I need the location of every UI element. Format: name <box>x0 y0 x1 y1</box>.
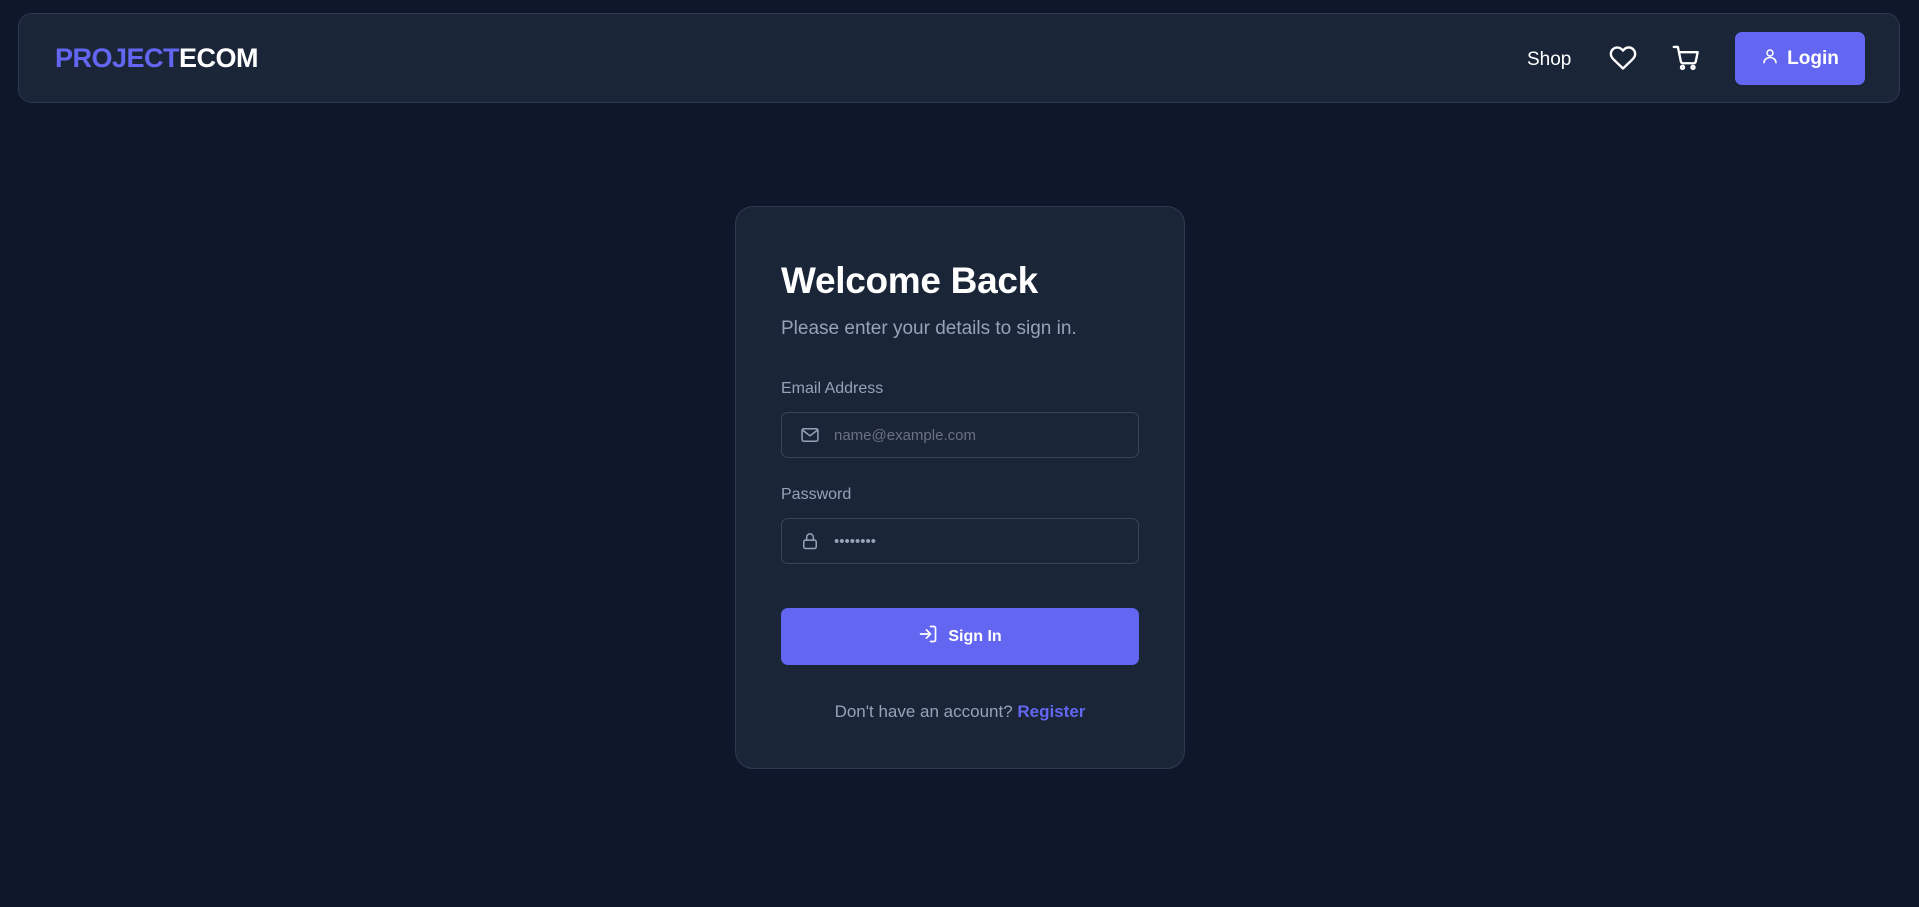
lock-icon <box>800 531 820 551</box>
navbar: PROJECTECOM Shop Login <box>18 13 1900 103</box>
register-prompt: Don't have an account? <box>834 702 1013 721</box>
sign-in-button[interactable]: Sign In <box>781 608 1139 665</box>
sign-in-button-label: Sign In <box>948 627 1002 645</box>
user-icon <box>1761 47 1779 70</box>
logo-part-project: PROJECT <box>55 43 180 73</box>
password-field-wrapper <box>781 518 1139 564</box>
login-button-label: Login <box>1787 47 1839 69</box>
heart-icon[interactable] <box>1607 42 1639 74</box>
login-button[interactable]: Login <box>1735 32 1865 85</box>
password-field[interactable] <box>834 519 1129 563</box>
nav-link-shop[interactable]: Shop <box>1527 48 1571 72</box>
email-label: Email Address <box>781 380 884 397</box>
login-page: PROJECTECOM Shop Login Welcome Back Plea… <box>0 0 1919 907</box>
email-field[interactable] <box>834 413 1129 457</box>
site-logo[interactable]: PROJECTECOM <box>55 42 259 74</box>
page-title: Welcome Back <box>781 260 1038 301</box>
sign-in-icon <box>918 624 938 649</box>
email-field-wrapper <box>781 412 1139 458</box>
register-prompt-line: Don't have an account? Register <box>736 701 1184 723</box>
page-subtitle: Please enter your details to sign in. <box>781 318 1077 339</box>
logo-part-ecom: ECOM <box>179 43 259 73</box>
register-link[interactable]: Register <box>1017 702 1085 721</box>
login-card: Welcome Back Please enter your details t… <box>735 206 1185 769</box>
cart-icon[interactable] <box>1670 42 1702 74</box>
password-label: Password <box>781 486 852 503</box>
mail-icon <box>800 425 820 445</box>
